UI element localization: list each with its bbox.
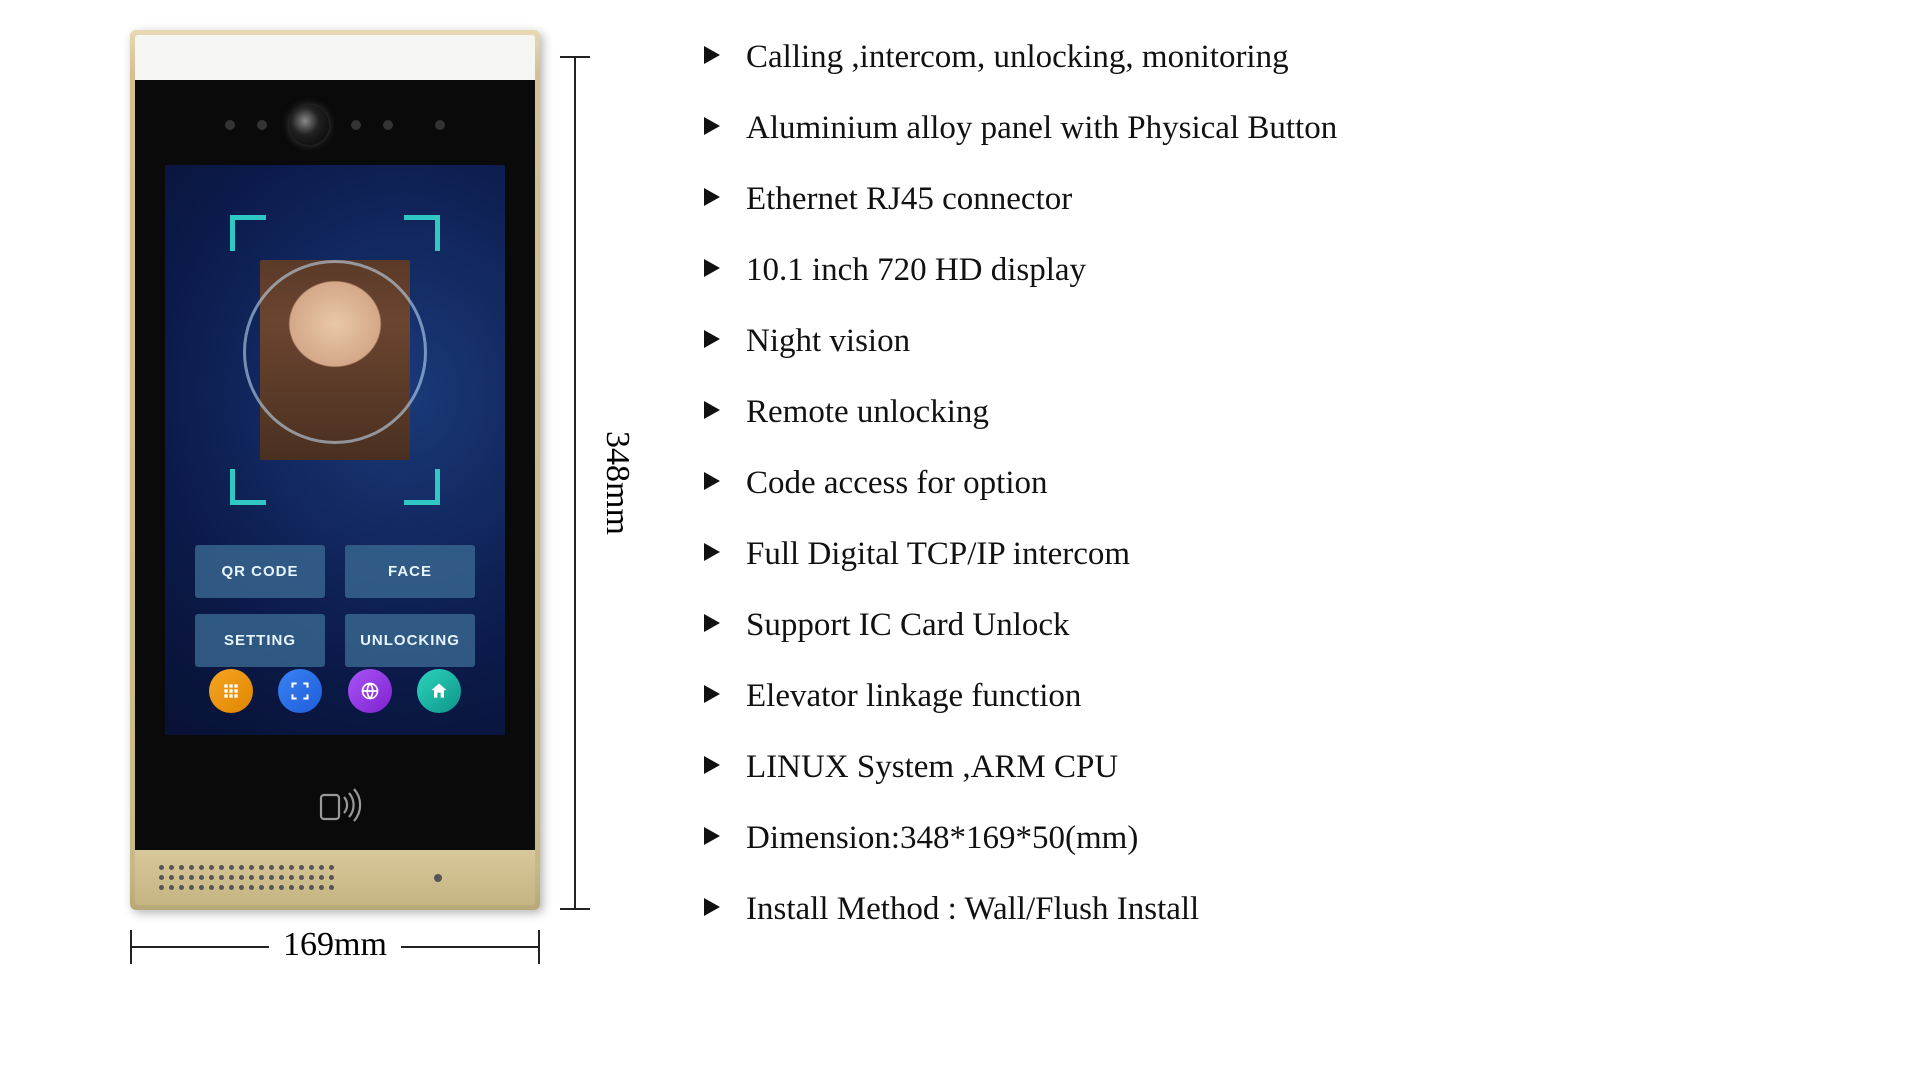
feature-text: Calling ,intercom, unlocking, monitoring xyxy=(746,37,1289,78)
height-dimension: 348mm xyxy=(560,56,630,910)
feature-text: 10.1 inch 720 HD display xyxy=(746,250,1086,291)
feature-text: Dimension:348*169*50(mm) xyxy=(746,818,1138,859)
feature-item: Full Digital TCP/IP intercom xyxy=(700,517,1920,588)
feature-item: Code access for option xyxy=(700,446,1920,517)
feature-text: Aluminium alloy panel with Physical Butt… xyxy=(746,108,1337,149)
device: QR CODE FACE SETTING UNLOCKING xyxy=(130,30,540,910)
camera-lens-icon xyxy=(289,105,329,145)
triangle-bullet-icon xyxy=(700,747,724,788)
nfc-reader-icon xyxy=(307,785,363,830)
feature-text: Install Method : Wall/Flush Install xyxy=(746,889,1199,930)
triangle-bullet-icon xyxy=(700,179,724,220)
feature-item: Ethernet RJ45 connector xyxy=(700,162,1920,233)
qr-code-button[interactable]: QR CODE xyxy=(195,545,325,598)
feature-text: Ethernet RJ45 connector xyxy=(746,179,1072,220)
triangle-bullet-icon xyxy=(700,463,724,504)
triangle-bullet-icon xyxy=(700,250,724,291)
feature-item: Remote unlocking xyxy=(700,375,1920,446)
globe-icon[interactable] xyxy=(348,669,392,713)
speaker-grill-icon xyxy=(159,865,334,890)
feature-text: Full Digital TCP/IP intercom xyxy=(746,534,1130,575)
triangle-bullet-icon xyxy=(700,676,724,717)
feature-list-panel: Calling ,intercom, unlocking, monitoring… xyxy=(700,10,1920,943)
feature-text: Remote unlocking xyxy=(746,392,989,433)
unlocking-button[interactable]: UNLOCKING xyxy=(345,614,475,667)
triangle-bullet-icon xyxy=(700,605,724,646)
setting-button[interactable]: SETTING xyxy=(195,614,325,667)
feature-item: Night vision xyxy=(700,304,1920,375)
feature-item: Dimension:348*169*50(mm) xyxy=(700,801,1920,872)
width-dimension: 169mm xyxy=(130,930,540,990)
feature-item: Calling ,intercom, unlocking, monitoring xyxy=(700,20,1920,91)
height-dimension-label: 348mm xyxy=(598,431,636,535)
feature-text: LINUX System ,ARM CPU xyxy=(746,747,1118,788)
triangle-bullet-icon xyxy=(700,818,724,859)
width-dimension-label: 169mm xyxy=(269,926,401,963)
triangle-bullet-icon xyxy=(700,37,724,78)
feature-item: 10.1 inch 720 HD display xyxy=(700,233,1920,304)
ir-led-icon xyxy=(351,120,361,130)
light-sensor-icon xyxy=(435,120,445,130)
feature-item: LINUX System ,ARM CPU xyxy=(700,730,1920,801)
feature-text: Support IC Card Unlock xyxy=(746,605,1070,646)
scan-icon[interactable] xyxy=(278,669,322,713)
face-detection-circle xyxy=(243,260,427,444)
feature-text: Code access for option xyxy=(746,463,1048,504)
microphone-icon xyxy=(434,874,442,882)
triangle-bullet-icon xyxy=(700,108,724,149)
feature-item: Install Method : Wall/Flush Install xyxy=(700,872,1920,943)
ir-led-icon xyxy=(225,120,235,130)
triangle-bullet-icon xyxy=(700,534,724,575)
triangle-bullet-icon xyxy=(700,321,724,362)
feature-text: Night vision xyxy=(746,321,910,362)
keypad-icon[interactable] xyxy=(209,669,253,713)
home-icon[interactable] xyxy=(417,669,461,713)
device-screen: QR CODE FACE SETTING UNLOCKING xyxy=(165,165,505,735)
triangle-bullet-icon xyxy=(700,889,724,930)
camera-sensor-row xyxy=(135,95,535,165)
product-diagram: QR CODE FACE SETTING UNLOCKING xyxy=(0,10,700,1010)
feature-item: Aluminium alloy panel with Physical Butt… xyxy=(700,91,1920,162)
feature-item: Support IC Card Unlock xyxy=(700,588,1920,659)
triangle-bullet-icon xyxy=(700,392,724,433)
device-front-panel: QR CODE FACE SETTING UNLOCKING xyxy=(135,80,535,850)
ir-led-icon xyxy=(257,120,267,130)
feature-text: Elevator linkage function xyxy=(746,676,1081,717)
ir-led-icon xyxy=(383,120,393,130)
face-button[interactable]: FACE xyxy=(345,545,475,598)
device-speaker-panel xyxy=(135,850,535,905)
feature-item: Elevator linkage function xyxy=(700,659,1920,730)
device-top-bezel xyxy=(135,35,535,80)
